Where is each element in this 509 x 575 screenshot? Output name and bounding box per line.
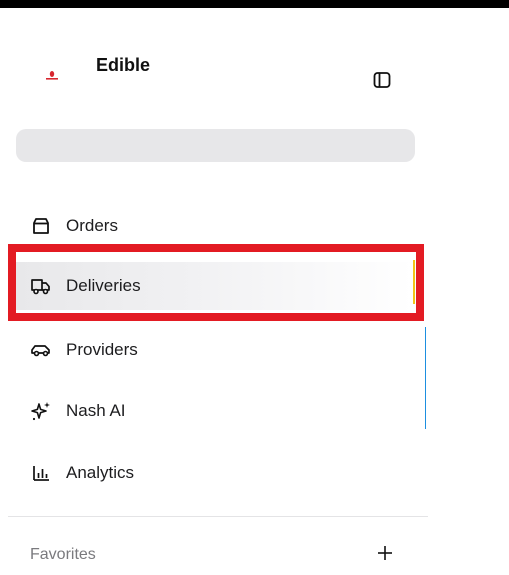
panel-left-icon [373, 72, 391, 88]
collapse-sidebar-button[interactable] [372, 70, 392, 90]
brand[interactable]: Edible [40, 55, 150, 82]
sidebar-item-label: Nash AI [66, 401, 126, 420]
package-icon [30, 215, 52, 237]
edible-logo-icon [40, 58, 64, 82]
bar-chart-icon [30, 462, 52, 484]
sidebar-item-label: Providers [66, 340, 138, 359]
sidebar-item-label: Deliveries [66, 276, 141, 295]
divider [8, 516, 428, 517]
scrollbar-edge [425, 327, 426, 429]
sidebar-item-deliveries[interactable]: Deliveries [14, 262, 414, 310]
brand-name: Edible [96, 55, 151, 75]
top-black-bar [0, 0, 509, 8]
sidebar-item-analytics[interactable]: Analytics [14, 449, 414, 497]
sidebar-item-label: Analytics [66, 463, 135, 482]
truck-icon [30, 275, 52, 297]
favorites-heading: Favorites [30, 546, 96, 563]
add-favorite-button[interactable] [373, 541, 397, 565]
plus-icon [378, 546, 392, 560]
search-input[interactable] [16, 129, 415, 162]
scroll-edge-marker [413, 260, 415, 304]
sidebar-item-nash-ai[interactable]: Nash AI [14, 387, 414, 435]
car-icon [30, 339, 52, 361]
sidebar-item-providers[interactable]: Providers [14, 326, 414, 374]
sidebar-item-orders[interactable]: Orders [14, 202, 414, 250]
sparkles-icon [30, 400, 52, 422]
sidebar-item-label: Orders [66, 216, 118, 235]
